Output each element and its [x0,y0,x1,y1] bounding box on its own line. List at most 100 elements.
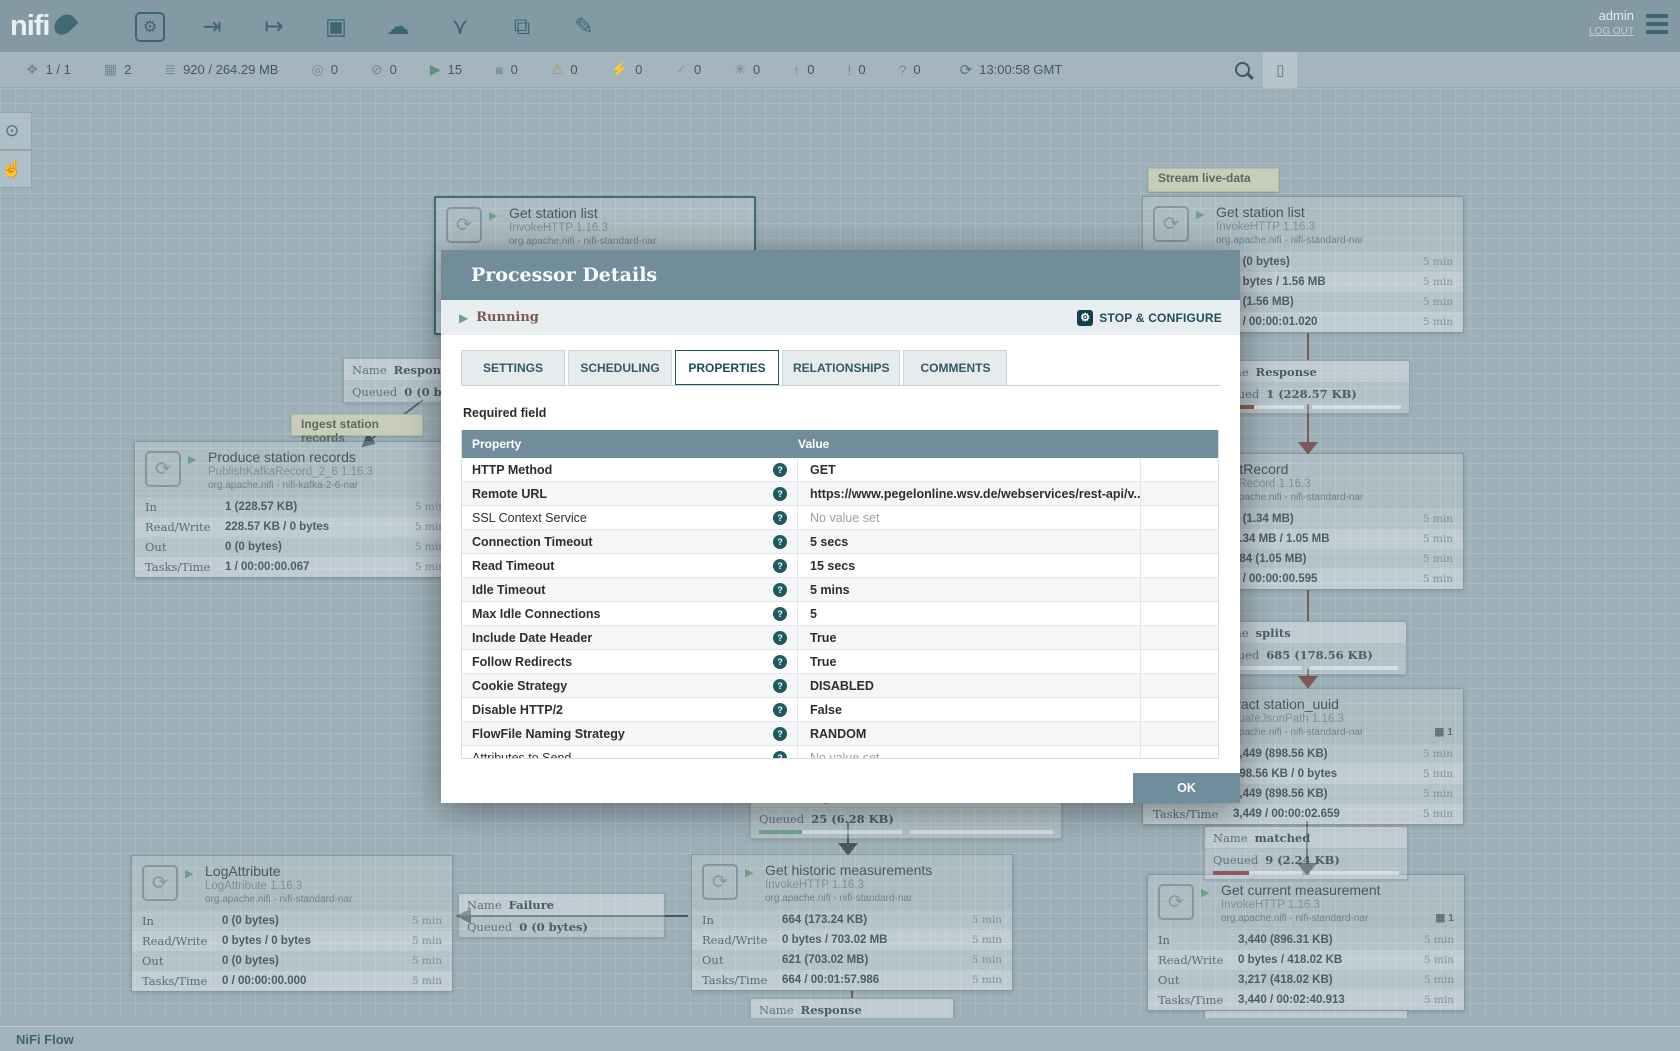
stat-window: 5 min [412,915,442,927]
input-port-icon[interactable]: ⇥ [196,13,228,40]
status-item: ✓0 [675,61,701,78]
property-actions-cell [1141,674,1218,697]
processor-icon[interactable]: ⚙ [134,11,166,42]
status-bar: ❖1 / 1▦2≣920 / 264.29 MB◎0⊘0▶15■0⚠0⚡0✓0✳… [0,52,1680,88]
search-button[interactable] [1227,62,1257,77]
stat-row: Read/Write0 bytes / 703.02 MB5 min [692,930,1012,950]
breadcrumb[interactable]: NiFi Flow [16,1032,74,1047]
help-icon[interactable]: ? [773,679,787,693]
processor-name: LogAttribute [205,863,352,879]
property-name: Remote URL [472,487,773,501]
connection-label[interactable]: NamematchedQueued9 (2.24 KB) [1204,826,1408,880]
stat-label: Out [702,953,782,967]
tab-comments[interactable]: COMMENTS [903,350,1007,385]
property-value: False [810,703,842,717]
property-row: Attributes to Send?No value set [462,746,1218,758]
canvas-label[interactable]: Stream live-data [1148,168,1279,192]
stat-value: 3,440 (896.31 KB) [1238,934,1424,946]
queue-bar-track [1310,666,1398,670]
status-item-count: 0 [913,62,920,77]
connection-label[interactable]: NameResponseQueued100 (90.08 MB) [750,998,954,1018]
help-icon[interactable]: ? [773,487,787,501]
output-port-icon[interactable]: ↦ [258,13,290,40]
connection-name-row: NameResponse [751,999,953,1018]
help-icon[interactable]: ? [773,535,787,549]
processor-stats: In0 (0 bytes)5 minRead/Write0 bytes / 0 … [132,911,452,991]
stat-row: Out621 (703.02 MB)5 min [692,950,1012,970]
property-value-cell: False [798,698,1141,721]
stat-window: 5 min [1423,788,1453,800]
property-name: Max Idle Connections [472,607,773,621]
running-status-label: Running [476,310,539,325]
tab-settings[interactable]: SETTINGS [461,350,565,385]
stat-row: In1 (228.57 KB)5 min [135,497,455,517]
processor[interactable]: ⟳▶LogAttributeLogAttribute 1.16.3org.apa… [131,855,453,992]
help-icon[interactable]: ? [773,703,787,717]
template-icon: ⧉ [514,13,530,39]
process-group-icon[interactable]: ▣ [320,13,352,40]
status-item: ⚠0 [551,61,578,78]
processor[interactable]: ⟳▶Get current measurementInvokeHTTP 1.16… [1147,874,1465,1011]
property-name-cell: Include Date Header? [462,626,798,649]
processor-bundle: org.apache.nifi - nifi-standard-nar [205,894,352,905]
processor-bundle: org.apache.nifi - nifi-standard-nar [1221,913,1381,924]
property-row: Connection Timeout?5 secs [462,530,1218,554]
properties-table-header: Property Value [462,430,1218,458]
processor[interactable]: ⟳▶Get historic measurementsInvokeHTTP 1.… [691,854,1013,991]
processor-titles: Produce station recordsPublishKafkaRecor… [208,449,373,491]
help-icon[interactable]: ? [773,559,787,573]
processor-name: Produce station records [208,449,373,465]
processor-icon: ⟳ [1153,206,1189,242]
help-icon[interactable]: ? [773,631,787,645]
refresh-icon[interactable]: ⟳ [960,61,973,79]
stat-label: Tasks/Time [702,973,782,987]
stat-label: Read/Write [145,520,225,534]
template-icon[interactable]: ⧉ [506,13,538,40]
transmitting-icon: ◎ [311,61,323,78]
connection-label[interactable]: NameResponseQueued0 (0 bytes) [1204,1010,1408,1018]
queue-bar-track [759,830,902,834]
help-icon[interactable]: ? [773,583,787,597]
cluster-icon: ❖ [26,61,39,78]
status-item: ❖1 / 1 [26,61,71,78]
help-icon[interactable]: ? [773,727,787,741]
value-column-header: Value [798,437,1218,451]
panel-toggle-button[interactable]: ▯ [1263,52,1297,88]
connection-label[interactable]: NameFailureQueued0 (0 bytes) [458,893,665,938]
stop-and-configure-button[interactable]: ⚙ STOP & CONFIGURE [1077,310,1222,326]
property-value-cell: True [798,650,1141,673]
help-icon[interactable]: ? [773,751,787,759]
help-icon[interactable]: ? [773,655,787,669]
disabled-icon: ⚡ [611,61,628,78]
stat-row: Read/Write228.57 KB / 0 bytes5 min [135,517,455,537]
property-actions-cell [1141,746,1218,758]
help-icon[interactable]: ? [773,511,787,525]
input-port-icon: ⇥ [202,13,221,39]
operate-palette-button[interactable]: ☝ [0,150,32,188]
property-name: SSL Context Service [472,511,773,525]
global-menu-icon[interactable] [1646,14,1668,38]
tab-scheduling[interactable]: SCHEDULING [568,350,672,385]
remote-process-group-icon[interactable]: ☁ [382,13,414,40]
help-icon[interactable]: ? [773,607,787,621]
stat-label: In [702,913,782,927]
property-row: FlowFile Naming Strategy?RANDOM [462,722,1218,746]
canvas-label[interactable]: Ingest station records [291,414,423,436]
processor[interactable]: ⟳▶Produce station recordsPublishKafkaRec… [134,441,456,578]
tab-relationships[interactable]: RELATIONSHIPS [782,350,900,385]
logout-link[interactable]: LOG OUT [1589,24,1634,40]
ok-button[interactable]: OK [1133,773,1240,803]
search-icon [1235,62,1250,77]
queued-key: Queued [467,920,512,934]
running-icon: ▶ [430,61,441,78]
funnel-icon[interactable]: ⋎ [444,13,476,40]
stat-label: In [1158,933,1238,947]
user-area: admin LOG OUT [1589,8,1634,40]
stat-value: 3,449 (898.56 KB) [1233,788,1423,800]
queue-bar-track [910,830,1053,834]
running-status-icon: ▶ [745,866,753,879]
tab-properties[interactable]: PROPERTIES [675,350,779,385]
help-icon[interactable]: ? [773,463,787,477]
label-icon[interactable]: ✎ [568,13,600,40]
navigate-palette-button[interactable]: ⊙ [0,112,32,150]
